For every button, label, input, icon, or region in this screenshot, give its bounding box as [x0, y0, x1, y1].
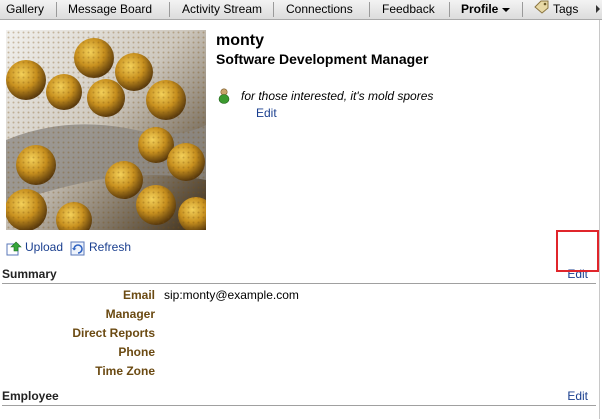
- tab-scroll-right-icon[interactable]: [596, 5, 600, 13]
- profile-name: monty: [216, 32, 264, 49]
- field-row-email: Email sip:monty@example.com: [0, 288, 600, 307]
- tab-divider: [369, 2, 370, 17]
- tab-divider: [56, 2, 57, 17]
- profile-panel: monty Software Development Manager for t…: [0, 20, 600, 419]
- user-status-icon: [218, 88, 232, 107]
- status-message: for those interested, it's mold spores: [241, 89, 434, 103]
- chevron-down-icon[interactable]: [502, 7, 511, 12]
- top-nav-bar: Gallery Message Board Activity Stream Co…: [0, 0, 602, 20]
- upload-icon[interactable]: [6, 241, 22, 259]
- upload-photo-link[interactable]: Upload: [25, 240, 63, 254]
- tab-activity-stream[interactable]: Activity Stream: [182, 0, 262, 19]
- tab-profile-label: Profile: [461, 2, 499, 16]
- tag-icon: [534, 0, 550, 20]
- tab-divider: [169, 2, 170, 17]
- field-row-time-zone: Time Zone: [0, 364, 600, 383]
- tab-feedback[interactable]: Feedback: [382, 0, 435, 19]
- field-label: Email: [122, 288, 155, 302]
- highlight-box: [556, 230, 599, 272]
- tab-divider: [522, 2, 523, 17]
- field-label: Direct Reports: [72, 326, 155, 340]
- edit-employee-button[interactable]: Edit: [567, 389, 588, 403]
- tab-profile[interactable]: Profile: [461, 0, 511, 19]
- field-row-phone: Phone: [0, 345, 600, 364]
- tab-tags-label: Tags: [553, 2, 579, 17]
- field-row-manager: Manager: [0, 307, 600, 326]
- tab-divider: [449, 2, 450, 17]
- field-label: Manager: [105, 307, 155, 321]
- field-row-direct-reports: Direct Reports: [0, 326, 600, 345]
- summary-title: Summary: [2, 267, 57, 281]
- edit-status-link[interactable]: Edit: [256, 106, 277, 120]
- field-label: Time Zone: [95, 364, 155, 378]
- tab-message-board[interactable]: Message Board: [68, 0, 152, 19]
- refresh-photo-link[interactable]: Refresh: [89, 240, 131, 254]
- field-value: sip:monty@example.com: [164, 288, 299, 302]
- field-label: Phone: [118, 345, 155, 359]
- profile-photo: [6, 30, 206, 230]
- tab-tags[interactable]: Tags: [534, 0, 578, 19]
- tab-divider: [273, 2, 274, 17]
- profile-job-title: Software Development Manager: [216, 51, 429, 67]
- refresh-icon[interactable]: [70, 241, 88, 259]
- tab-gallery[interactable]: Gallery: [6, 0, 44, 19]
- summary-section-header: Summary Edit: [2, 265, 596, 284]
- tab-connections[interactable]: Connections: [286, 0, 353, 19]
- employee-title: Employee: [2, 389, 59, 403]
- employee-section-header: Employee Edit: [2, 387, 596, 406]
